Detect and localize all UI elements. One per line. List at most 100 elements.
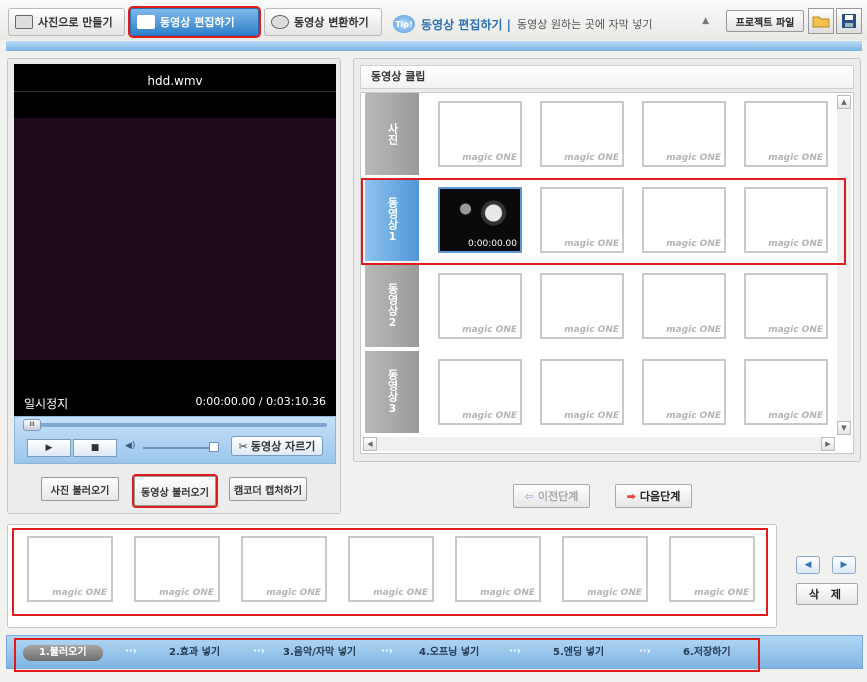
watermark: magic ONE	[666, 411, 721, 421]
storyboard-slot[interactable]: magic ONE	[455, 536, 541, 602]
clip-slot[interactable]: magic ONE	[540, 359, 624, 425]
storyboard-slot[interactable]: magic ONE	[669, 536, 755, 602]
storyboard-slot[interactable]: magic ONE	[241, 536, 327, 602]
row-label: 사진	[386, 123, 399, 145]
save-disk-icon	[842, 14, 856, 28]
cut-video-button[interactable]: ✂ 동영상 자르기	[231, 436, 323, 456]
clip-row-video2[interactable]: 동영상2	[365, 265, 419, 347]
stop-icon: ■	[90, 443, 100, 453]
selected-row-highlight	[361, 178, 846, 265]
delete-button[interactable]: 삭 제	[796, 583, 858, 605]
watermark: magic ONE	[587, 588, 642, 598]
watermark: magic ONE	[462, 411, 517, 421]
storyboard-slot[interactable]: magic ONE	[134, 536, 220, 602]
watermark: magic ONE	[666, 153, 721, 163]
tab-label: 동영상 변환하기	[294, 16, 369, 29]
vertical-scrollbar[interactable]: ▲ ▼	[837, 95, 851, 435]
next-label: 다음단계	[639, 490, 681, 503]
folder-icon	[812, 16, 830, 28]
tab-label: 사진으로 만들기	[38, 16, 113, 29]
storyboard-slot[interactable]: magic ONE	[27, 536, 113, 602]
watermark: magic ONE	[52, 588, 107, 598]
clip-panel-header: 동영상 클립	[360, 65, 854, 89]
storyboard-slot[interactable]: magic ONE	[562, 536, 648, 602]
player-state: 일시정지	[24, 397, 69, 411]
watermark: magic ONE	[768, 325, 823, 335]
scroll-up-icon[interactable]: ▲	[837, 95, 851, 109]
triangle-right-icon: ▶	[840, 560, 848, 570]
clip-slot[interactable]: magic ONE	[744, 359, 828, 425]
clip-slot[interactable]: magic ONE	[438, 101, 522, 167]
tab-video-convert[interactable]: 동영상 변환하기	[264, 8, 382, 36]
clip-slot[interactable]: magic ONE	[744, 273, 828, 339]
next-step-button[interactable]: ➡ 다음단계	[615, 484, 692, 508]
tip-title: 동영상 편집하기 |	[421, 17, 512, 32]
play-icon: ▶	[45, 443, 53, 453]
watermark: magic ONE	[159, 588, 214, 598]
storyboard-slot[interactable]: magic ONE	[348, 536, 434, 602]
clip-slot[interactable]: magic ONE	[642, 101, 726, 167]
tip-box: Tip! 동영상 편집하기 | 동영상 원하는 곳에 자막 넣기 ▲	[393, 12, 715, 36]
watermark: magic ONE	[266, 588, 321, 598]
watermark: magic ONE	[694, 588, 749, 598]
triangle-left-icon: ◀	[804, 560, 812, 570]
arrow-right-icon: ➡	[626, 489, 636, 503]
open-folder-button[interactable]	[808, 8, 834, 34]
arrow-left-icon: ⇦	[524, 489, 534, 503]
watermark: magic ONE	[462, 325, 517, 335]
project-file-button[interactable]: 프로젝트 파일	[726, 10, 804, 32]
tab-video-edit[interactable]: 동영상 편집하기	[128, 6, 261, 38]
storyboard-next-button[interactable]: ▶	[832, 556, 856, 574]
watermark: magic ONE	[564, 153, 619, 163]
player-controls: III ▶ ■ ◀) ✂ 동영상 자르기	[14, 416, 336, 464]
stop-button[interactable]: ■	[73, 439, 117, 457]
volume-track[interactable]	[143, 447, 215, 449]
step-bar-highlight	[14, 638, 760, 672]
clip-slot[interactable]: magic ONE	[540, 273, 624, 339]
watermark: magic ONE	[666, 325, 721, 335]
clip-row-photo[interactable]: 사진	[365, 93, 419, 175]
row-label: 동영상3	[386, 369, 399, 415]
clip-slot[interactable]: magic ONE	[438, 273, 522, 339]
player-status-row: 일시정지 0:00:00.00 / 0:03:10.36	[14, 392, 336, 414]
scroll-left-icon[interactable]: ◀	[363, 437, 377, 451]
scissors-icon: ✂	[238, 439, 248, 453]
seek-track[interactable]	[23, 423, 327, 427]
photo-icon	[15, 15, 33, 29]
volume-handle[interactable]	[209, 442, 219, 452]
clip-slot[interactable]: magic ONE	[642, 359, 726, 425]
storyboard-prev-button[interactable]: ◀	[796, 556, 820, 574]
scroll-down-icon[interactable]: ▼	[837, 421, 851, 435]
cut-label: 동영상 자르기	[250, 440, 316, 453]
clip-slot[interactable]: magic ONE	[438, 359, 522, 425]
camcorder-capture-button[interactable]: 캠코더 캡처하기	[229, 477, 307, 501]
video-preview[interactable]	[14, 118, 336, 360]
watermark: magic ONE	[462, 153, 517, 163]
seek-handle[interactable]: III	[23, 419, 41, 431]
tab-photo-make[interactable]: 사진으로 만들기	[8, 8, 125, 36]
clip-row-video3[interactable]: 동영상3	[365, 351, 419, 433]
watermark: magic ONE	[768, 411, 823, 421]
clip-slot[interactable]: magic ONE	[642, 273, 726, 339]
save-button[interactable]	[836, 8, 862, 34]
clip-slot[interactable]: magic ONE	[744, 101, 828, 167]
convert-icon	[271, 15, 289, 29]
watermark: magic ONE	[768, 153, 823, 163]
clapperboard-icon	[137, 15, 155, 29]
watermark: magic ONE	[373, 588, 428, 598]
row-label: 동영상2	[386, 283, 399, 329]
prev-step-button[interactable]: ⇦ 이전단계	[513, 484, 590, 508]
horizontal-scrollbar[interactable]: ◀ ▶	[363, 437, 835, 451]
clip-slot[interactable]: magic ONE	[540, 101, 624, 167]
tip-scroll-icon[interactable]: ▲	[702, 16, 709, 26]
scroll-right-icon[interactable]: ▶	[821, 437, 835, 451]
play-button[interactable]: ▶	[27, 439, 71, 457]
tab-label: 동영상 편집하기	[160, 16, 235, 29]
header-divider	[6, 41, 862, 51]
watermark: magic ONE	[564, 325, 619, 335]
load-photo-button[interactable]: 사진 불러오기	[41, 477, 119, 501]
load-video-button[interactable]: 동영상 불러오기	[132, 474, 218, 508]
player-time: 0:00:00.00 / 0:03:10.36	[195, 395, 327, 408]
prev-label: 이전단계	[537, 490, 579, 503]
tip-icon: Tip!	[393, 15, 415, 33]
